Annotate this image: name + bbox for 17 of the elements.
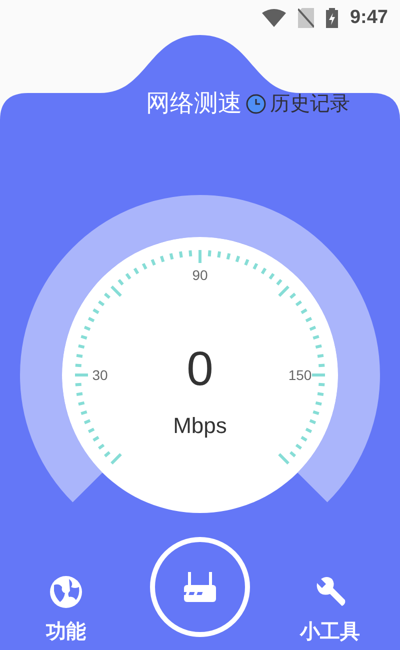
scale-label: 150 (288, 367, 312, 383)
nav-tab[interactable]: 功能 (46, 575, 86, 647)
speed-test-button[interactable] (150, 537, 250, 637)
battery-charging-icon (326, 8, 338, 28)
clock-time: 9:47 (350, 6, 388, 30)
nav-tab[interactable]: 小工具 (300, 575, 360, 647)
speed-value: 0 (186, 343, 214, 396)
clock-icon (246, 94, 266, 114)
no-sim-icon (298, 8, 314, 28)
page-title: 网络测速 (146, 89, 242, 119)
wifi-icon (262, 9, 286, 27)
globe-icon (49, 575, 83, 609)
scale-label: 90 (192, 267, 208, 283)
speed-unit: Mbps (173, 413, 227, 438)
scale-label: 30 (92, 367, 108, 383)
router-icon (183, 572, 217, 602)
history-button[interactable]: 历史记录 (246, 89, 350, 119)
